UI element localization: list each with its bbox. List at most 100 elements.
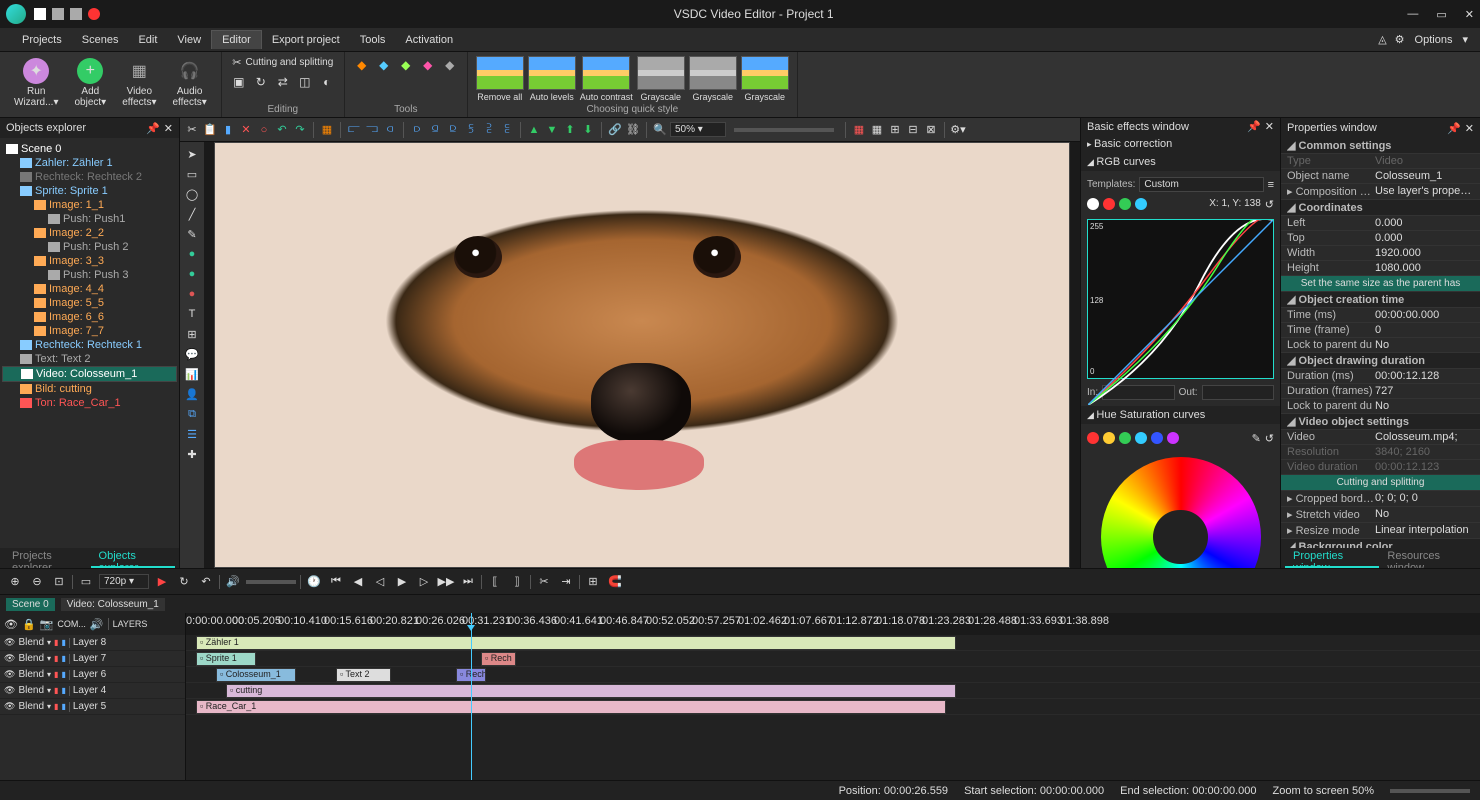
timeline-clip[interactable]: ▫ cutting [226, 684, 956, 698]
menu-scenes[interactable]: Scenes [72, 31, 129, 49]
cutting-splitting-button[interactable]: Cutting and splitting [245, 57, 333, 68]
rgb-blue-dot[interactable] [1135, 198, 1147, 210]
menu-tools[interactable]: Tools [350, 31, 396, 49]
timeline-clip[interactable]: ▫ Race_Car_1 [196, 700, 946, 714]
prop-row[interactable]: ▸ Composition modeUse layer's properties [1281, 184, 1480, 200]
style-thumb[interactable]: Auto contrast [580, 56, 633, 102]
pen-icon[interactable]: ✎ [184, 226, 200, 242]
chart-icon[interactable]: 📊 [184, 366, 200, 382]
zoom-in-icon[interactable]: ⊕ [6, 573, 24, 591]
gridudot-icon[interactable]: ⊞ [887, 122, 903, 138]
prop-row[interactable]: Lock to parent duNo [1281, 399, 1480, 414]
gear-icon[interactable]: ⚙ [1395, 33, 1405, 46]
camera-col-icon[interactable]: 📷 [40, 618, 54, 631]
mark-in-icon[interactable]: ⟦ [486, 573, 504, 591]
tree-node[interactable]: Sprite: Sprite 1 [2, 184, 177, 198]
counter-icon[interactable]: ⧉ [184, 406, 200, 422]
front-icon[interactable]: ⬆ [562, 122, 578, 138]
timeline-track[interactable]: ▫ Race_Car_1 [186, 699, 1480, 715]
hue-green-dot[interactable] [1119, 432, 1131, 444]
grid2-icon[interactable]: ▦ [869, 122, 885, 138]
help-icon[interactable]: ◬ [1378, 33, 1386, 46]
rect-icon[interactable]: ▭ [184, 166, 200, 182]
tool-a-icon[interactable]: ◆ [353, 56, 371, 74]
mark-out-icon[interactable]: ⟧ [508, 573, 526, 591]
tree-node[interactable]: Video: Colosseum_1 [2, 366, 177, 382]
apply-icon[interactable]: ≡ [1268, 179, 1274, 191]
reset-icon[interactable]: ↺ [1265, 198, 1274, 211]
timeline-tracks[interactable]: 0:00:00.00000:05.20500:10.41000:15.61600… [186, 613, 1480, 780]
style-thumb[interactable]: Grayscale [637, 56, 685, 102]
rgb-curve-editor[interactable]: 255 128 0 [1087, 219, 1274, 379]
prop-row[interactable]: Duration (frames)727 [1281, 384, 1480, 399]
frame-icon[interactable]: ▭ [77, 573, 95, 591]
shape3-icon[interactable]: ● [184, 286, 200, 302]
timeline-clip[interactable]: ▫ Text 2 [336, 668, 391, 682]
loop-icon[interactable]: ↻ [175, 573, 193, 591]
dist-v-icon[interactable]: ⫑ [427, 122, 443, 138]
tree-node[interactable]: Text: Text 2 [2, 352, 177, 366]
copy-icon[interactable]: 📋 [202, 122, 218, 138]
grid1-icon[interactable]: ▦ [851, 122, 867, 138]
rgb-curves-header[interactable]: RGB curves [1081, 153, 1280, 171]
grid4-icon[interactable]: ⊟ [905, 122, 921, 138]
prop-section-header[interactable]: ◢ Background color [1281, 539, 1480, 548]
tool-b-icon[interactable]: ◆ [375, 56, 393, 74]
prop-row[interactable]: Lock to parent duNo [1281, 338, 1480, 353]
style-thumb[interactable]: Auto levels [528, 56, 576, 102]
panel-close-icon[interactable]: ✕ [164, 122, 173, 135]
settings-icon[interactable]: ⚙▾ [950, 122, 966, 138]
menu-projects[interactable]: Projects [12, 31, 72, 49]
timeline-track[interactable]: ▫ Sprite 1▫ Rech [186, 651, 1480, 667]
hue-yellow-dot[interactable] [1103, 432, 1115, 444]
timeline-track[interactable]: ▫ Zähler 1 [186, 635, 1480, 651]
prev-frame-icon[interactable]: ◀ [349, 573, 367, 591]
ellipse-icon[interactable]: ◯ [184, 186, 200, 202]
timeline-layer-row[interactable]: 👁Blend▾▮▮Layer 8 [0, 635, 185, 651]
style-thumb[interactable]: Grayscale [741, 56, 789, 102]
tree-node[interactable]: Rechteck: Rechteck 2 [2, 170, 177, 184]
minimize-icon[interactable]: — [1407, 8, 1418, 21]
prop-row[interactable]: Resolution3840; 2160 [1281, 445, 1480, 460]
zoom-out-icon[interactable]: ⊖ [28, 573, 46, 591]
pin-icon[interactable]: 📌 [146, 122, 160, 135]
eyedropper-icon[interactable]: ✎ [1252, 432, 1261, 445]
line-icon[interactable]: ╱ [184, 206, 200, 222]
tool-c-icon[interactable]: ◆ [397, 56, 415, 74]
volume-slider[interactable] [246, 580, 296, 584]
prop-row[interactable]: Width1920.000 [1281, 246, 1480, 261]
align-l-icon[interactable]: ⫍ [346, 122, 362, 138]
dist-h-icon[interactable]: ⫐ [409, 122, 425, 138]
tab-resources[interactable]: Resources window [1379, 548, 1476, 568]
tree-node[interactable]: Ton: Race_Car_1 [2, 396, 177, 410]
tree-node[interactable]: Push: Push1 [2, 212, 177, 226]
clock-icon[interactable]: 🕐 [305, 573, 323, 591]
prop-row[interactable]: Time (ms)00:00:00.000 [1281, 308, 1480, 323]
hue-cyan-dot[interactable] [1135, 432, 1147, 444]
run-wizard-button[interactable]: ✦Run Wizard...▾ [8, 56, 64, 110]
tree-node[interactable]: Push: Push 3 [2, 268, 177, 282]
tree-node[interactable]: Image: 3_3 [2, 254, 177, 268]
zoom-icon[interactable]: 🔍 [652, 122, 668, 138]
menu-editor[interactable]: Editor [211, 30, 262, 49]
playhead[interactable] [471, 613, 472, 780]
tree-node[interactable]: Image: 5_5 [2, 296, 177, 310]
speaker-col-icon[interactable]: 🔊 [90, 618, 104, 631]
panel-close-icon[interactable]: ✕ [1465, 122, 1474, 135]
resolution-select[interactable]: 720p ▾ [99, 574, 149, 589]
tree-node[interactable]: Image: 1_1 [2, 198, 177, 212]
reset-hue-icon[interactable]: ↺ [1265, 432, 1274, 445]
shape1-icon[interactable]: ● [184, 246, 200, 262]
timeline-clip[interactable]: ▫ Rech [481, 652, 516, 666]
style-thumb[interactable]: Remove all [476, 56, 524, 102]
mute-icon[interactable]: 🔊 [224, 573, 242, 591]
snap-icon[interactable]: ⊞ [584, 573, 602, 591]
prop-section-header[interactable]: ◢ Coordinates [1281, 200, 1480, 216]
preview-canvas[interactable] [204, 142, 1080, 568]
menu-edit[interactable]: Edit [128, 31, 167, 49]
qa-record-icon[interactable] [88, 8, 100, 20]
select-all-icon[interactable]: ▦ [319, 122, 335, 138]
tool-d-icon[interactable]: ◆ [419, 56, 437, 74]
tree-node[interactable]: Image: 7_7 [2, 324, 177, 338]
qa-open-icon[interactable] [52, 8, 64, 20]
